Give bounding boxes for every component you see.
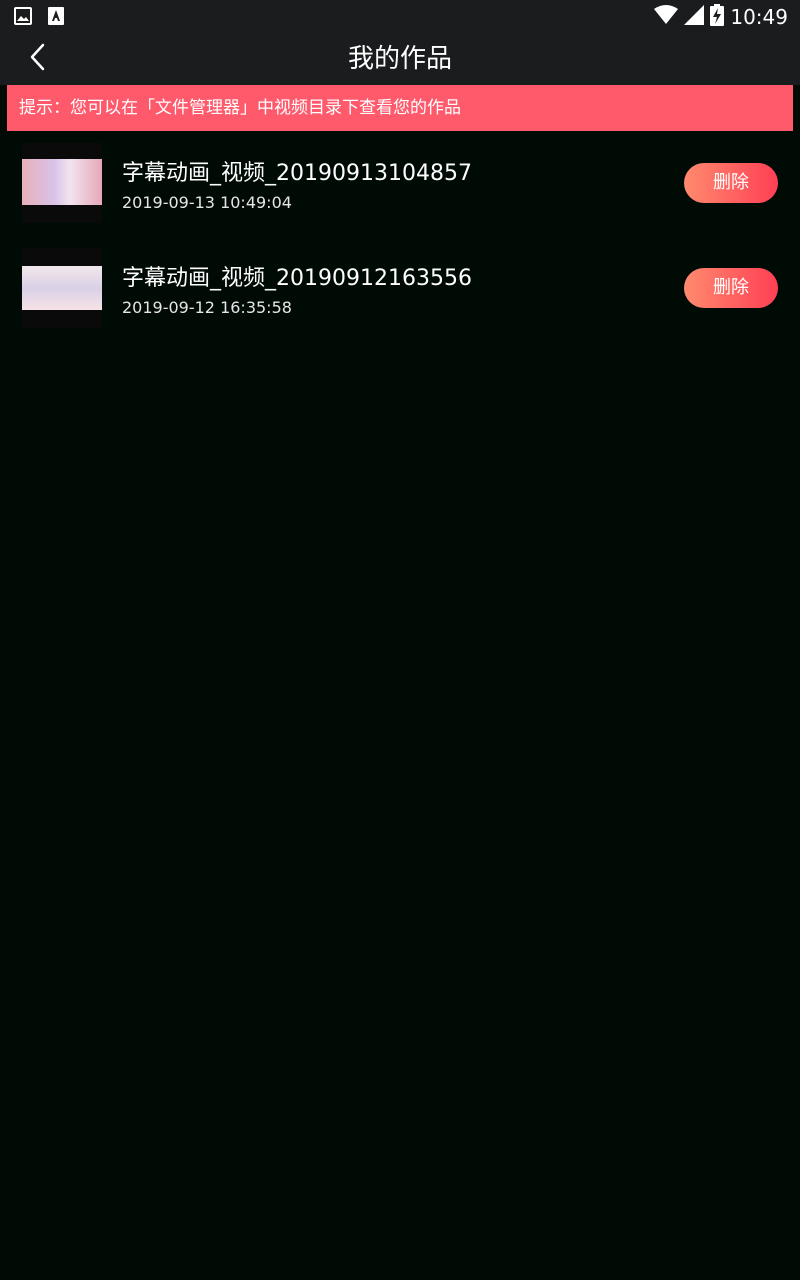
delete-button[interactable]: 删除 [684, 268, 778, 308]
page-title: 我的作品 [347, 44, 452, 74]
cellular-signal-icon [684, 5, 705, 29]
clock: 10:49 [730, 5, 788, 29]
work-time: 2019-09-12 16:35:58 [122, 298, 292, 317]
works-list: 字幕动画_视频_20190913104857 2019-09-13 10:49:… [0, 131, 800, 341]
tip-text: 提示：您可以在「文件管理器」中视频目录下查看您的作品 [19, 98, 461, 118]
delete-button[interactable]: 删除 [684, 163, 778, 203]
status-left-icons [14, 7, 64, 29]
work-title: 字幕动画_视频_20190913104857 [122, 161, 472, 186]
font-app-icon [48, 7, 64, 29]
status-bar: 10:49 [0, 0, 800, 33]
list-item[interactable]: 字幕动画_视频_20190912163556 2019-09-12 16:35:… [0, 236, 800, 341]
list-item[interactable]: 字幕动画_视频_20190913104857 2019-09-13 10:49:… [0, 131, 800, 236]
tip-banner: 提示：您可以在「文件管理器」中视频目录下查看您的作品 [7, 85, 793, 131]
battery-charging-icon [710, 4, 725, 30]
video-thumbnail[interactable] [22, 143, 102, 223]
work-title: 字幕动画_视频_20190912163556 [122, 266, 472, 291]
nav-bar: 我的作品 [0, 33, 800, 85]
work-time: 2019-09-13 10:49:04 [122, 193, 292, 212]
status-right: 10:49 [654, 4, 788, 30]
gallery-icon [14, 7, 32, 29]
video-thumbnail[interactable] [22, 248, 102, 328]
wifi-icon [654, 5, 679, 29]
